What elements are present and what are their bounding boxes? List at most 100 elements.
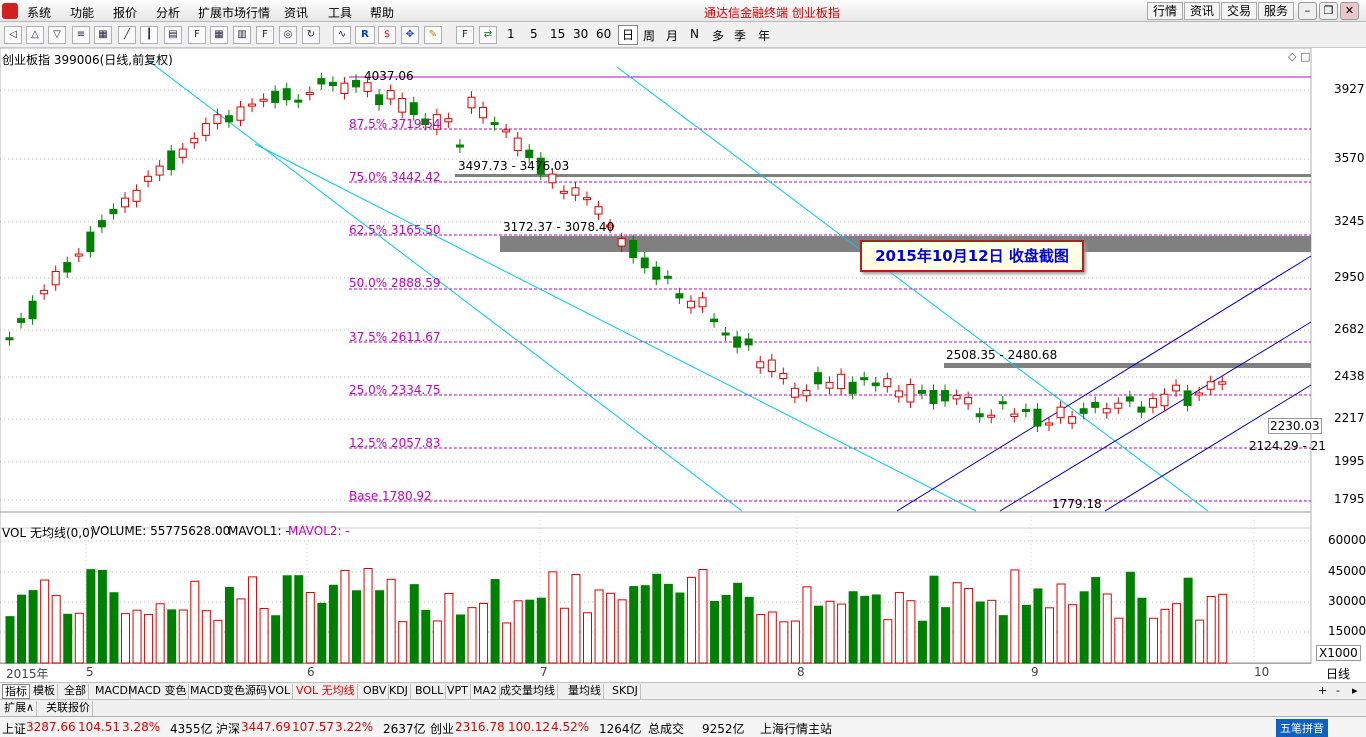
volume-bar-up: [837, 603, 847, 664]
trade-button[interactable]: 交易: [1221, 2, 1257, 20]
grid-icon[interactable]: ▦: [94, 26, 112, 44]
service-button[interactable]: 服务: [1258, 2, 1294, 20]
volume-bar-up: [236, 598, 246, 664]
wave-icon[interactable]: ∿: [333, 26, 351, 44]
candle-up: [178, 148, 187, 158]
menu-item-quote[interactable]: 报价: [113, 4, 137, 21]
period-quarter[interactable]: 季: [734, 27, 746, 44]
tab-template[interactable]: 模板: [31, 684, 58, 699]
minimize-icon[interactable]: –: [1298, 2, 1317, 20]
vol-unit-label: X1000: [1316, 645, 1361, 661]
restore-icon[interactable]: ❐: [1319, 2, 1338, 20]
ring-icon[interactable]: ◎: [279, 26, 297, 44]
period-15min[interactable]: 15: [550, 27, 565, 41]
tab-vpt[interactable]: VPT: [445, 684, 471, 699]
zoom-out-icon[interactable]: -: [1334, 684, 1342, 699]
period-5min[interactable]: 5: [530, 27, 538, 41]
refresh-icon[interactable]: ↻: [302, 26, 320, 44]
f5-icon[interactable]: F: [456, 26, 474, 44]
menu-item-tools[interactable]: 工具: [328, 4, 352, 21]
tab-vol-avg[interactable]: 量均线: [566, 684, 604, 699]
menu-item-help[interactable]: 帮助: [370, 4, 394, 21]
menu-item-ext-market[interactable]: 扩展市场行情: [198, 4, 270, 21]
server-name[interactable]: 上海行情主站: [760, 720, 832, 737]
vol-tick-label: 30000: [1328, 594, 1366, 608]
tab-macd-color[interactable]: MACD 变色: [126, 684, 190, 699]
tab-indicator[interactable]: 指标: [2, 684, 30, 699]
f10-icon[interactable]: F: [188, 26, 206, 44]
tab-kdj[interactable]: KDJ: [387, 684, 411, 699]
pencil-icon[interactable]: ✎: [424, 26, 442, 44]
switch-icon[interactable]: ⇄: [479, 26, 497, 44]
period-month[interactable]: 月: [666, 27, 678, 44]
tab-related-quotes[interactable]: 关联报价: [44, 701, 93, 716]
period-day[interactable]: 日: [618, 25, 639, 45]
compare-icon[interactable]: ▤: [164, 26, 182, 44]
period-year[interactable]: 年: [758, 27, 770, 44]
tab-boll[interactable]: BOLL: [413, 684, 447, 699]
line-chart-icon[interactable]: ╱: [118, 26, 136, 44]
chart-icon[interactable]: ▥: [233, 26, 251, 44]
period-multi[interactable]: 多: [712, 27, 724, 44]
rsi-icon[interactable]: R: [355, 26, 375, 44]
tab-skdj[interactable]: SKDJ: [610, 684, 641, 699]
volume-bar-down: [744, 596, 754, 664]
table-icon[interactable]: ▦: [210, 26, 228, 44]
up-icon[interactable]: △: [26, 26, 44, 44]
menu-item-system[interactable]: 系统: [27, 4, 51, 21]
period-1min[interactable]: 1: [507, 27, 515, 41]
volume-bar-down: [63, 613, 73, 664]
menu-item-analysis[interactable]: 分析: [156, 4, 180, 21]
scroll-right-icon[interactable]: ▸: [1350, 684, 1360, 699]
zoom-in-icon[interactable]: +: [1316, 684, 1329, 699]
tab-vol[interactable]: VOL: [266, 684, 294, 699]
back-icon[interactable]: ◁: [4, 26, 22, 44]
volume-bar-down: [721, 594, 731, 664]
volume-bar-down: [490, 579, 500, 664]
volume-bar-down: [1183, 577, 1193, 664]
volume-bar-up: [479, 602, 489, 664]
tab-obv[interactable]: OBV: [361, 684, 390, 699]
period-week[interactable]: 周: [643, 27, 655, 44]
down-icon[interactable]: ▽: [48, 26, 66, 44]
period-60min[interactable]: 60: [596, 27, 611, 41]
tab-all[interactable]: 全部: [62, 684, 89, 699]
volume-bar-down: [17, 594, 27, 664]
candle-down: [744, 338, 753, 346]
volume-bar-down: [629, 586, 639, 664]
candle-down: [63, 262, 72, 273]
chart-area[interactable]: 创业板指 399006(日线,前复权) ◇ □ 3927 3570 3245 2…: [0, 48, 1366, 681]
candle-up: [305, 91, 314, 95]
move-icon[interactable]: ✥: [401, 26, 419, 44]
news-button[interactable]: 资讯: [1184, 2, 1220, 20]
y-tick-label: 1995: [1334, 454, 1365, 468]
candle-up: [686, 300, 695, 309]
tab-vol-no-ma[interactable]: VOL 无均线: [294, 684, 358, 699]
ime-indicator[interactable]: 五笔拼音: [1276, 719, 1328, 737]
close-icon[interactable]: ✕: [1340, 2, 1359, 20]
candle-down: [975, 413, 984, 418]
quote-button[interactable]: 行情: [1147, 2, 1183, 20]
list-icon[interactable]: ≡: [72, 26, 90, 44]
menu-item-function[interactable]: 功能: [70, 4, 94, 21]
dollar-icon[interactable]: $: [378, 26, 396, 44]
menu-item-news[interactable]: 资讯: [284, 4, 308, 21]
tab-ma2[interactable]: MA2: [471, 684, 501, 699]
tab-vol-ma[interactable]: 成交量均线: [498, 684, 558, 699]
tab-macd-color-source[interactable]: MACD变色源码: [188, 684, 270, 699]
fib-level-label: 87.5% 3719.54: [349, 117, 441, 131]
volume-bar-up: [213, 619, 223, 664]
volume-bar-up: [178, 609, 188, 664]
chart-expand-icon[interactable]: ◇ □: [1288, 50, 1310, 63]
period-30min[interactable]: 30: [573, 27, 588, 41]
candle-up: [386, 90, 395, 100]
candle-up: [132, 189, 141, 202]
period-n[interactable]: N: [690, 27, 699, 41]
candle-down: [675, 293, 684, 299]
kline-chart-svg[interactable]: [0, 48, 1366, 664]
fiz-icon[interactable]: F: [256, 26, 274, 44]
volume-bar-up: [121, 613, 130, 664]
tab-extension[interactable]: 扩展∧: [2, 701, 38, 716]
zone-label: 3172.37 - 3078.40: [503, 220, 615, 234]
candle-icon[interactable]: ┃: [140, 26, 158, 44]
